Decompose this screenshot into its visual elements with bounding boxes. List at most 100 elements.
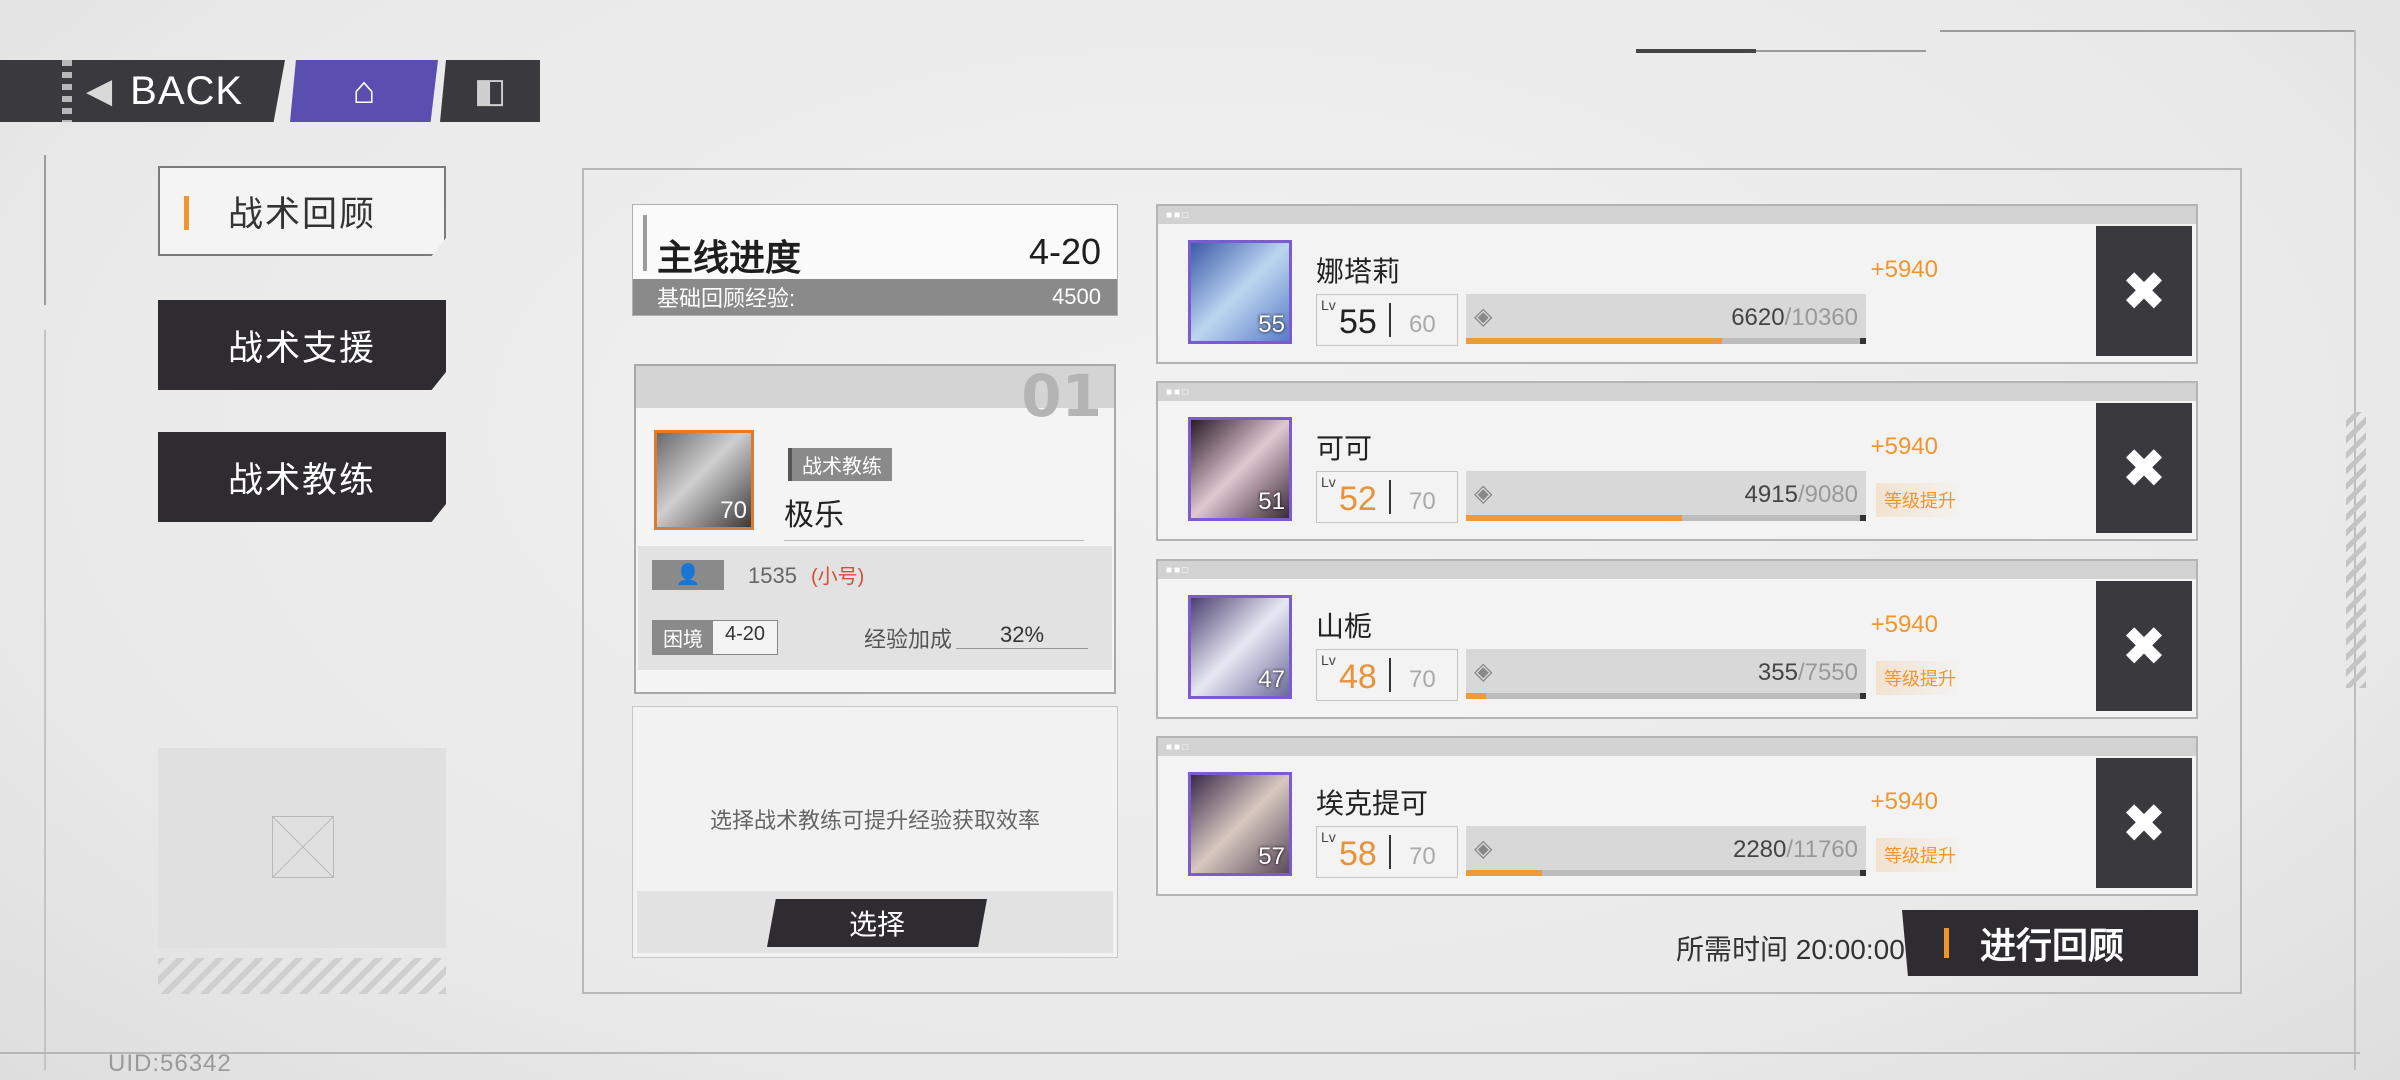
nav-item-label: 战术支援: [227, 328, 376, 368]
portrait-level: 57: [1258, 843, 1285, 870]
row-dots: ■■□: [1166, 387, 1191, 398]
exp-gain: +5940: [1870, 433, 1938, 460]
empty-slot-image: [158, 748, 446, 948]
level-separator: [1389, 835, 1391, 869]
exp-diamond-icon: ◈: [1474, 658, 1493, 685]
level-separator: [1389, 480, 1391, 514]
exp-max: /9080: [1797, 481, 1858, 508]
top-right-line: [1940, 30, 2356, 32]
exp-text: 2280/11760: [1733, 836, 1858, 864]
exp-gain: +5940: [1870, 611, 1938, 638]
select-hint: 选择战术教练可提升经验获取效率: [709, 808, 1040, 833]
current-level: 48: [1339, 658, 1377, 696]
level-up-badge: 等级提升: [1876, 661, 1964, 695]
lv-label: Lv: [1321, 474, 1336, 490]
exp-fill: [1466, 693, 1486, 699]
difficulty-value: 4-20: [713, 621, 778, 654]
coach-uid-value: 1535: [748, 563, 797, 588]
select-button[interactable]: 选择: [767, 899, 987, 947]
lv-label: Lv: [1321, 829, 1336, 845]
main-progress-card: 主线进度 4-20 基础回顾经验: 4500: [632, 204, 1118, 316]
character-name: 山栀: [1316, 611, 1373, 642]
exp-diamond-icon: ◈: [1474, 480, 1493, 507]
character-portrait[interactable]: 57: [1188, 772, 1292, 876]
coach-role-tag: 战术教练: [788, 448, 892, 481]
level-box: Lv 55 60: [1316, 294, 1458, 346]
remove-character-button[interactable]: ✖: [2096, 581, 2192, 711]
exp-text: 4915/9080: [1745, 481, 1858, 509]
exp-max: /7550: [1797, 659, 1858, 686]
coach-card[interactable]: 01 70 战术教练 极乐 👤 1535 (小号) 困境 4-20 经验加成 32…: [634, 362, 1116, 694]
scroll-decoration: [2346, 412, 2366, 688]
exp-max: /10360: [1784, 304, 1858, 331]
exp-fill: [1466, 515, 1682, 521]
exp-current: 355: [1757, 659, 1798, 686]
exp-endcap: [1860, 515, 1866, 521]
nav-item-label: 战术回顾: [227, 194, 376, 234]
level-box: Lv 58 70: [1316, 826, 1458, 878]
top-bar: ◀ BACK ⌂ ◧: [0, 60, 540, 122]
max-level: 60: [1409, 311, 1436, 338]
level-up-badge: 等级提升: [1876, 483, 1964, 517]
current-level: 58: [1339, 835, 1377, 873]
bottom-line: [0, 1052, 2360, 1054]
nav-item-label: 战术教练: [227, 460, 376, 500]
user-icon: 👤: [652, 560, 724, 590]
close-icon: ✖: [2121, 793, 2167, 854]
exp-diamond-icon: ◈: [1474, 835, 1493, 862]
difficulty-badge: 困境 4-20: [652, 620, 779, 655]
lv-label: Lv: [1321, 652, 1336, 668]
info-button[interactable]: ◧: [440, 60, 540, 122]
character-row: ■■□ 55 娜塔莉 +5940 Lv 55 60 ◈ 6620/10360 ✖: [1156, 204, 2198, 364]
level-box: Lv 48 70: [1316, 649, 1458, 701]
coach-uid: 1535 (小号): [748, 560, 864, 589]
character-row: ■■□ 47 山栀 +5940 Lv 48 70 ◈ 355/7550 等级提升 ✖: [1156, 559, 2198, 719]
character-name: 埃克提可: [1316, 788, 1429, 819]
max-level: 70: [1409, 666, 1436, 693]
character-portrait[interactable]: 51: [1188, 417, 1292, 521]
level-separator: [1389, 303, 1391, 337]
level-box: Lv 52 70: [1316, 471, 1458, 523]
exp-box: ◈ 4915/9080: [1466, 471, 1866, 521]
character-name: 娜塔莉: [1316, 256, 1401, 287]
nav-item-tactical-review[interactable]: 战术回顾: [158, 166, 446, 256]
uid-label: UID:56342: [108, 1050, 232, 1077]
required-time: 所需时间 20:00:00: [1676, 934, 1905, 965]
portrait-level: 55: [1258, 311, 1285, 338]
exp-endcap: [1860, 338, 1866, 344]
exp-text: 6620/10360: [1731, 304, 1858, 332]
max-level: 70: [1409, 843, 1436, 870]
row-header: ■■□: [1158, 383, 2196, 401]
remove-character-button[interactable]: ✖: [2096, 403, 2192, 533]
home-button[interactable]: ⌂: [290, 60, 438, 122]
exp-text: 355/7550: [1758, 659, 1858, 687]
difficulty-label: 困境: [653, 621, 713, 654]
coach-name: 极乐: [784, 490, 1084, 541]
base-exp-label: 基础回顾经验:: [657, 286, 796, 311]
current-level: 55: [1339, 303, 1377, 341]
exp-endcap: [1860, 870, 1866, 876]
portrait-level: 51: [1258, 488, 1285, 515]
remove-character-button[interactable]: ✖: [2096, 226, 2192, 356]
exp-diamond-icon: ◈: [1474, 303, 1493, 330]
start-review-button[interactable]: 进行回顾: [1902, 910, 2198, 976]
progress-mark: [643, 215, 647, 271]
back-button[interactable]: ◀ BACK: [0, 60, 285, 122]
progress-title: 主线进度: [657, 237, 802, 278]
close-icon: ✖: [2121, 616, 2167, 677]
character-portrait[interactable]: 55: [1188, 240, 1292, 344]
exp-track: [1466, 693, 1866, 699]
back-stripe: [62, 60, 72, 122]
nav-item-tactical-coach[interactable]: 战术教练: [158, 432, 446, 522]
exp-box: ◈ 6620/10360: [1466, 294, 1866, 344]
exp-fill: [1466, 870, 1542, 876]
select-footer: 选择: [637, 891, 1113, 953]
portrait-level: 47: [1258, 666, 1285, 693]
remove-character-button[interactable]: ✖: [2096, 758, 2192, 888]
max-level: 70: [1409, 488, 1436, 515]
top-right-line: [1756, 50, 1926, 52]
progress-stage: 4-20: [1028, 231, 1101, 272]
placeholder-image-icon: [272, 816, 334, 878]
character-portrait[interactable]: 47: [1188, 595, 1292, 699]
nav-item-tactical-support[interactable]: 战术支援: [158, 300, 446, 390]
